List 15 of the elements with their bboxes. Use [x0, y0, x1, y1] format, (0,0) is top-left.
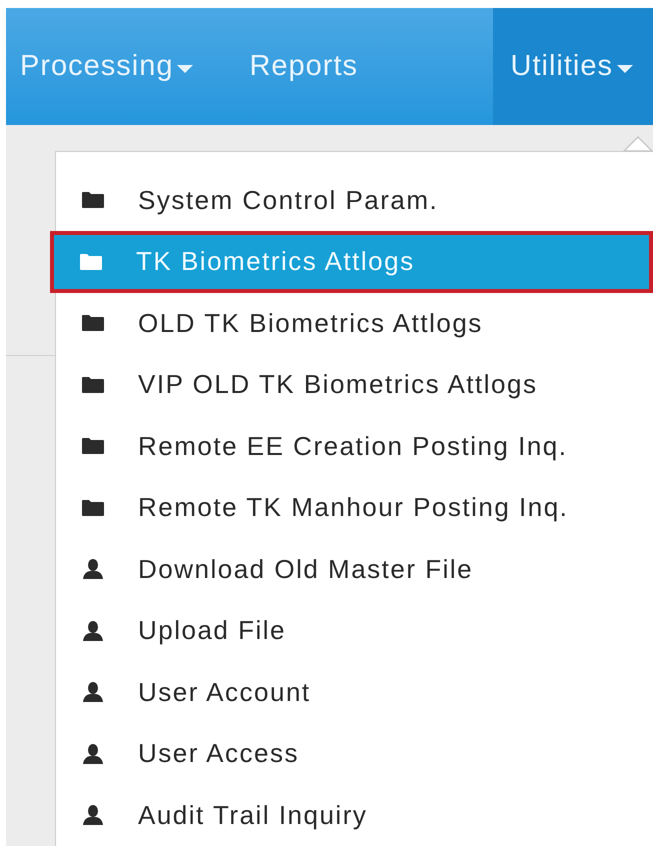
menu-item[interactable]: Remote TK Manhour Posting Inq.: [56, 477, 653, 538]
menu-item[interactable]: OLD TK Biometrics Attlogs: [56, 292, 653, 354]
menu-item[interactable]: User Account: [56, 662, 653, 723]
user-icon: [80, 620, 106, 642]
menu-item[interactable]: System Control Param.: [56, 170, 653, 231]
user-icon: [80, 681, 106, 704]
user-icon: [80, 804, 106, 826]
menu-item[interactable]: Audit Trail Inquiry: [56, 784, 653, 846]
menu-item[interactable]: Remote EE Creation Posting Inq.: [56, 416, 653, 477]
menu-item[interactable]: User Access: [56, 723, 653, 784]
menu-item[interactable]: Upload File: [56, 600, 653, 662]
menu-item[interactable]: VIP OLD TK Biometrics Attlogs: [56, 354, 653, 416]
menu-item[interactable]: Download Old Master File: [56, 538, 653, 600]
user-icon: [80, 558, 106, 580]
user-icon: [80, 742, 106, 765]
